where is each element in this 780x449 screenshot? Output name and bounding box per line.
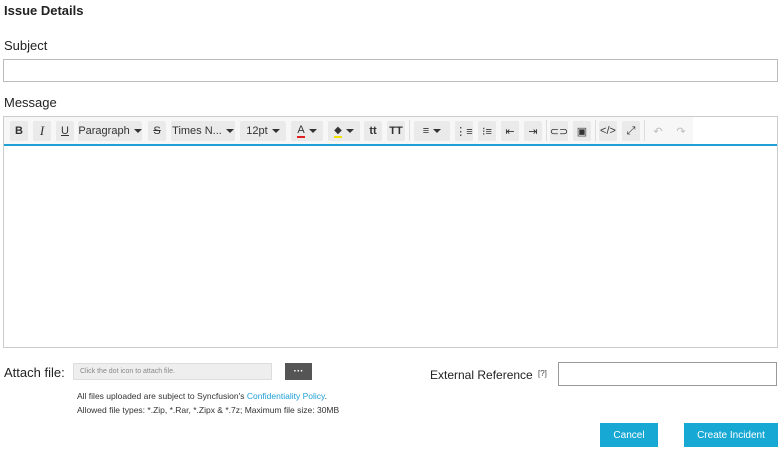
toolbar-separator <box>409 120 410 141</box>
chevron-down-icon <box>308 129 317 133</box>
uppercase-button[interactable]: TT <box>387 121 405 141</box>
strikethrough-button[interactable]: S <box>148 121 166 141</box>
note-text: All files uploaded are subject to Syncfu… <box>77 391 247 401</box>
background-color-button[interactable]: ◆ <box>328 121 360 141</box>
editor-toolbar: B I U Paragraph S Times N... 12pt A ◆ tt… <box>4 117 693 144</box>
confidentiality-note: All files uploaded are subject to Syncfu… <box>77 391 327 401</box>
bold-button[interactable]: B <box>10 121 28 141</box>
outdent-icon: ⇤ <box>505 125 515 138</box>
bullet-list-icon: ⁝≡ <box>482 125 492 138</box>
font-family-value: Times N... <box>172 125 222 137</box>
undo-icon: ↶ <box>653 125 663 138</box>
attach-file-input[interactable]: Click the dot icon to attach file. <box>73 363 272 380</box>
image-icon: ▣ <box>576 125 588 138</box>
indent-icon: ⇥ <box>528 125 538 138</box>
source-code-button[interactable]: </> <box>599 121 617 141</box>
chevron-down-icon <box>133 129 142 133</box>
paragraph-dropdown[interactable]: Paragraph <box>78 121 142 141</box>
link-icon: ⊂⊃ <box>549 125 569 138</box>
alignment-dropdown[interactable]: ≡ <box>414 121 450 141</box>
toolbar-separator <box>644 120 645 141</box>
outdent-button[interactable]: ⇤ <box>501 121 519 141</box>
font-size-value: 12pt <box>246 125 268 137</box>
rich-text-editor: B I U Paragraph S Times N... 12pt A ◆ tt… <box>3 116 778 348</box>
chevron-down-icon <box>345 129 354 133</box>
align-left-icon: ≡ <box>422 125 430 137</box>
external-reference-label: External Reference <box>430 368 533 382</box>
note-suffix: . <box>324 391 328 401</box>
cancel-button[interactable]: Cancel <box>600 423 658 447</box>
chevron-down-icon <box>433 129 442 133</box>
help-link[interactable]: [?] <box>538 369 547 378</box>
message-label: Message <box>4 95 57 110</box>
fullscreen-button[interactable]: ⤢ <box>622 121 640 141</box>
subject-input[interactable] <box>3 59 778 82</box>
paint-bucket-icon: ◆ <box>334 124 342 138</box>
unordered-list-button[interactable]: ⁝≡ <box>478 121 496 141</box>
page-title: Issue Details <box>4 3 84 18</box>
expand-icon: ⤢ <box>626 124 636 137</box>
font-color-icon: A <box>297 123 305 138</box>
editor-content-area[interactable] <box>4 146 777 347</box>
toolbar-separator <box>595 120 596 141</box>
chevron-down-icon <box>271 129 280 133</box>
indent-button[interactable]: ⇥ <box>524 121 542 141</box>
paragraph-value: Paragraph <box>78 125 130 137</box>
italic-button[interactable]: I <box>33 121 51 141</box>
external-reference-input[interactable] <box>558 362 777 386</box>
allowed-file-types: Allowed file types: *.Zip, *.Rar, *.Zipx… <box>77 405 340 415</box>
ordered-list-button[interactable]: ⋮≡ <box>455 121 473 141</box>
undo-button[interactable]: ↶ <box>649 121 667 141</box>
redo-button[interactable]: ↷ <box>672 121 690 141</box>
confidentiality-policy-link[interactable]: Confidentiality Policy <box>247 391 325 401</box>
chevron-down-icon <box>225 129 234 133</box>
redo-icon: ↷ <box>676 125 686 138</box>
create-incident-button[interactable]: Create Incident <box>684 423 778 447</box>
font-size-dropdown[interactable]: 12pt <box>240 121 286 141</box>
subject-label: Subject <box>4 38 48 53</box>
font-family-dropdown[interactable]: Times N... <box>171 121 235 141</box>
ordered-list-icon: ⋮≡ <box>455 125 473 138</box>
browse-file-button[interactable]: ··· <box>285 363 312 380</box>
font-color-button[interactable]: A <box>291 121 323 141</box>
toolbar-separator <box>546 120 547 141</box>
underline-button[interactable]: U <box>56 121 74 141</box>
attach-file-label: Attach file: <box>4 365 65 380</box>
insert-link-button[interactable]: ⊂⊃ <box>550 121 568 141</box>
code-icon: </> <box>600 125 616 137</box>
insert-image-button[interactable]: ▣ <box>573 121 591 141</box>
lowercase-button[interactable]: tt <box>364 121 382 141</box>
